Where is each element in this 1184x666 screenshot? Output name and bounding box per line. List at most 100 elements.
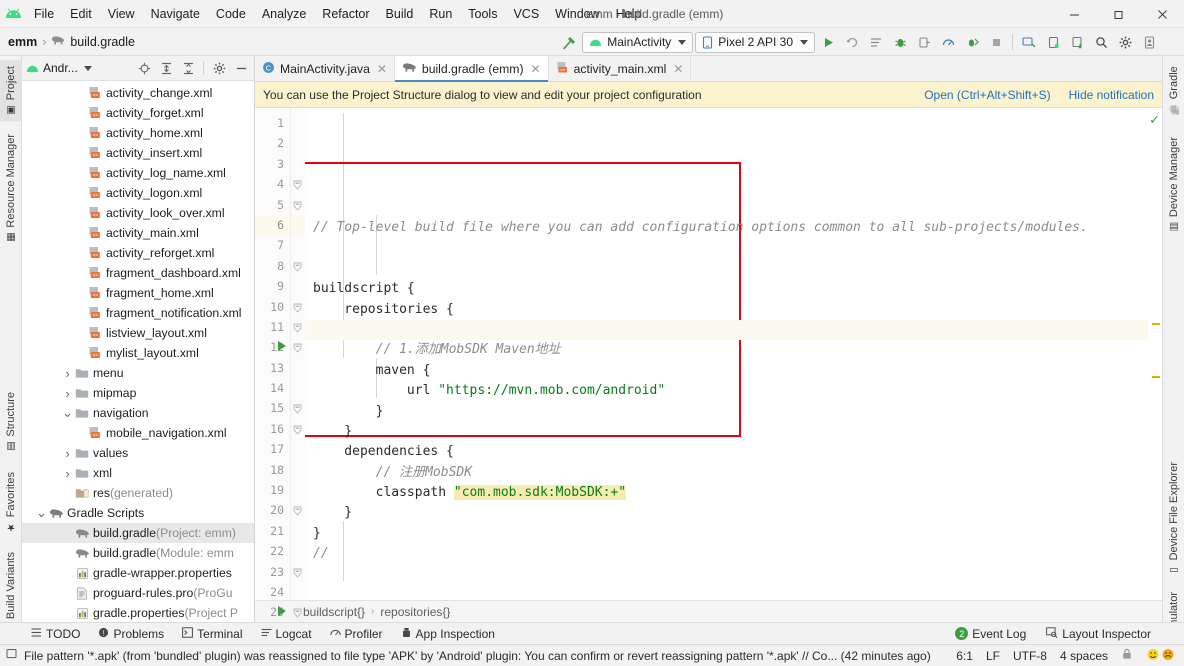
close-icon[interactable]: ✕ [531, 62, 541, 76]
tab-mainactivity-java[interactable]: C MainActivity.java ✕ [255, 56, 395, 81]
line-number[interactable]: 5 [255, 195, 290, 215]
tree-row[interactable]: <> activity_logon.xml [22, 183, 254, 203]
caret-position[interactable]: 6:1 [956, 649, 973, 663]
tool-window-problems[interactable]: ! Problems [89, 625, 173, 643]
fold-toggle-icon[interactable] [293, 261, 303, 272]
code-line[interactable] [305, 259, 1148, 279]
tree-row[interactable]: <> activity_log_name.xml [22, 163, 254, 183]
code-line[interactable]: } [305, 524, 1148, 544]
sidebar-item-device-file-explorer[interactable]: ▭ Device File Explorer [1163, 456, 1184, 581]
tree-row[interactable]: <> activity_main.xml [22, 223, 254, 243]
rerun-icon[interactable] [841, 31, 863, 53]
fold-marker-slot[interactable] [291, 174, 305, 194]
maximize-button[interactable] [1096, 0, 1140, 28]
fold-toggle-icon[interactable] [293, 179, 303, 190]
code-line[interactable]: } [305, 402, 1148, 422]
line-number[interactable]: 1 [255, 113, 290, 133]
tree-row[interactable]: <> activity_reforget.xml [22, 243, 254, 263]
tree-row[interactable]: <> fragment_home.xml [22, 283, 254, 303]
code-folding-strip[interactable] [278, 108, 305, 619]
settings-icon[interactable] [210, 59, 228, 77]
line-number[interactable]: 15 [255, 398, 290, 418]
indent-setting[interactable]: 4 spaces [1060, 649, 1108, 663]
menu-code[interactable]: Code [208, 4, 254, 24]
fold-marker-slot[interactable] [291, 562, 305, 582]
code-line[interactable] [305, 585, 1148, 600]
tool-window-todo[interactable]: TODO [22, 625, 89, 643]
sidebar-item-device-manager[interactable]: ▤ Device Manager [1163, 131, 1184, 238]
tree-row[interactable]: ⌄ Gradle Scripts [22, 503, 254, 523]
run-configuration-selector[interactable]: MainActivity [582, 31, 694, 53]
locate-icon[interactable] [135, 59, 153, 77]
search-icon[interactable] [1090, 31, 1112, 53]
run-icon[interactable] [817, 31, 839, 53]
debug-icon[interactable] [889, 31, 911, 53]
fold-toggle-icon[interactable] [293, 342, 303, 353]
line-number[interactable]: 10 [255, 297, 290, 317]
menu-analyze[interactable]: Analyze [254, 4, 314, 24]
tree-row[interactable]: <> listview_layout.xml [22, 323, 254, 343]
tree-row[interactable]: res (generated) [22, 483, 254, 503]
code-line[interactable]: // [305, 544, 1148, 564]
account-icon[interactable] [1138, 31, 1160, 53]
fold-marker-slot[interactable] [291, 276, 305, 296]
fold-marker-slot[interactable] [291, 480, 305, 500]
editor-scrollbar[interactable]: ✓ [1148, 108, 1162, 600]
code-editor[interactable]: 1 2 3 4 5 6 7 8 9 10 11 12 13 14 15 16 17 18 19 20 21 22 23 24 2… [255, 108, 1162, 619]
line-number[interactable]: 3 [255, 154, 290, 174]
file-encoding[interactable]: UTF-8 [1013, 649, 1047, 663]
tree-row[interactable]: gradle.properties (Project P [22, 603, 254, 622]
line-number[interactable]: 2 [255, 133, 290, 153]
stop-icon[interactable] [985, 31, 1007, 53]
code-line[interactable]: // Top-level build file where you can ad… [305, 218, 1148, 238]
breadcrumb-project[interactable]: emm [8, 35, 37, 49]
fold-marker-slot[interactable] [291, 235, 305, 255]
line-number[interactable]: 16 [255, 419, 290, 439]
tool-window-layout-inspector[interactable]: Layout Inspector [1037, 625, 1160, 643]
project-view-selector[interactable]: Andr... [26, 61, 92, 75]
settings-icon[interactable] [1114, 31, 1136, 53]
fold-marker-slot[interactable] [291, 133, 305, 153]
code-line[interactable]: repositories { [305, 300, 1148, 320]
line-number[interactable]: 6 [255, 214, 290, 236]
sidebar-item-project[interactable]: ▣ Project [0, 60, 22, 122]
line-number[interactable]: 8 [255, 256, 290, 276]
menu-view[interactable]: View [100, 4, 143, 24]
tree-row[interactable]: › xml [22, 463, 254, 483]
tree-row[interactable]: <> mylist_layout.xml [22, 343, 254, 363]
fold-marker-slot[interactable] [291, 195, 305, 215]
tool-window-event-log[interactable]: 2 Event Log [946, 625, 1035, 643]
chevron-right-icon[interactable]: › [61, 366, 74, 381]
sdk-manager-icon[interactable] [1042, 31, 1064, 53]
fold-toggle-icon[interactable] [293, 424, 303, 435]
code-line[interactable]: dependencies { [305, 442, 1148, 462]
tree-row[interactable]: build.gradle (Module: emm [22, 543, 254, 563]
fold-marker-slot[interactable] [291, 582, 305, 602]
fold-toggle-icon[interactable] [293, 322, 303, 333]
tree-row[interactable]: <> activity_forget.xml [22, 103, 254, 123]
collapse-all-icon[interactable] [179, 59, 197, 77]
code-text[interactable]: // Top-level build file where you can ad… [305, 108, 1148, 600]
menu-run[interactable]: Run [421, 4, 460, 24]
code-line[interactable]: url "https://mvn.mob.com/android" [305, 381, 1148, 401]
breadcrumb-file[interactable]: build.gradle [70, 35, 135, 49]
menu-vcs[interactable]: VCS [505, 4, 547, 24]
tool-window-profiler[interactable]: Profiler [321, 625, 392, 643]
tree-row[interactable]: ⌄ navigation [22, 403, 254, 423]
sidebar-item-structure[interactable]: ▥ Structure [0, 386, 22, 458]
line-number[interactable]: 20 [255, 500, 290, 520]
sidebar-item-resource-manager[interactable]: ▦ Resource Manager [0, 128, 22, 249]
apply-changes-icon[interactable] [961, 31, 983, 53]
fold-marker-slot[interactable] [291, 439, 305, 459]
chevron-right-icon[interactable]: › [61, 466, 74, 481]
lock-icon[interactable] [1121, 648, 1133, 663]
tree-row[interactable]: gradle-wrapper.properties [22, 563, 254, 583]
tool-window-app-inspection[interactable]: App Inspection [392, 625, 504, 643]
fold-marker-slot[interactable] [291, 541, 305, 561]
hide-notification-link[interactable]: Hide notification [1069, 88, 1154, 102]
run-with-coverage-icon[interactable] [865, 31, 887, 53]
fold-toggle-icon[interactable] [293, 607, 303, 619]
fold-marker-slot[interactable] [291, 398, 305, 418]
fold-marker-slot[interactable] [291, 358, 305, 378]
line-number[interactable]: 19 [255, 480, 290, 500]
